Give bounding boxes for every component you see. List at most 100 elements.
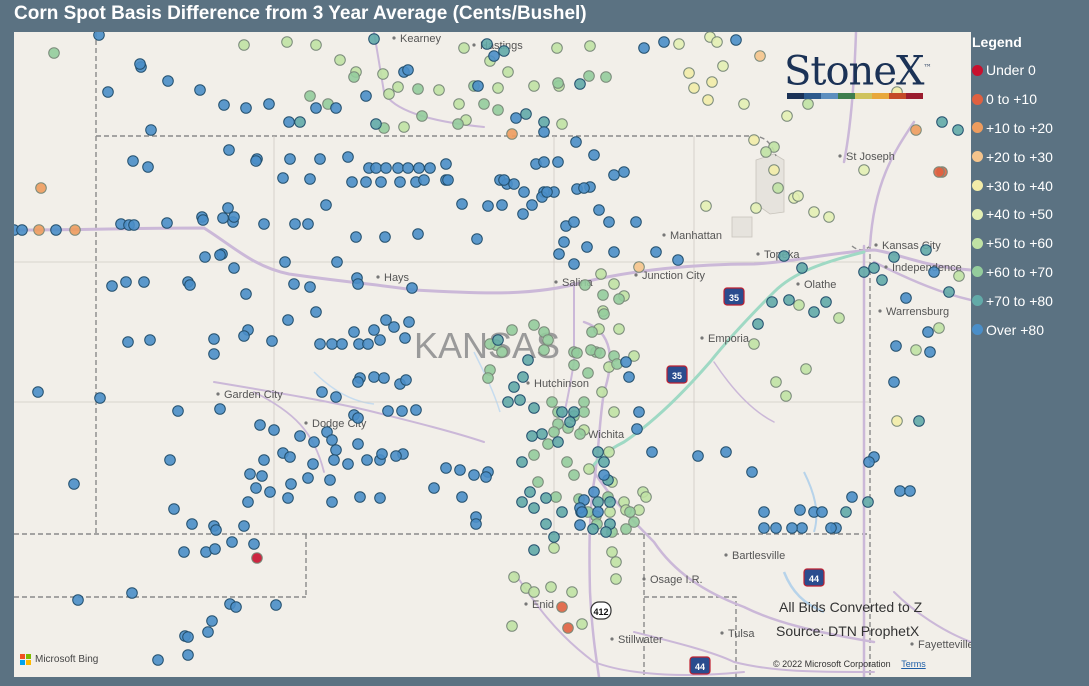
basis-point[interactable] [532, 476, 544, 488]
basis-point[interactable] [568, 359, 580, 371]
basis-point[interactable] [758, 506, 770, 518]
basis-point[interactable] [433, 84, 445, 96]
basis-point[interactable] [472, 80, 484, 92]
basis-point[interactable] [368, 33, 380, 45]
basis-point[interactable] [584, 40, 596, 52]
basis-point[interactable] [184, 279, 196, 291]
basis-point[interactable] [516, 456, 528, 468]
basis-point[interactable] [793, 299, 805, 311]
basis-point[interactable] [400, 374, 412, 386]
basis-point[interactable] [672, 254, 684, 266]
basis-point[interactable] [16, 224, 28, 236]
basis-point[interactable] [623, 371, 635, 383]
basis-point[interactable] [604, 496, 616, 508]
basis-point[interactable] [168, 503, 180, 515]
basis-point[interactable] [406, 282, 418, 294]
basis-point[interactable] [618, 166, 630, 178]
legend-item[interactable]: 0 to +10 [972, 85, 1087, 114]
basis-point[interactable] [283, 116, 295, 128]
basis-point[interactable] [702, 94, 714, 106]
basis-point[interactable] [748, 338, 760, 350]
basis-point[interactable] [442, 174, 454, 186]
basis-point[interactable] [375, 176, 387, 188]
basis-point[interactable] [380, 162, 392, 174]
basis-point[interactable] [33, 224, 45, 236]
basis-point[interactable] [920, 244, 932, 256]
basis-point[interactable] [281, 36, 293, 48]
basis-point[interactable] [370, 162, 382, 174]
basis-point[interactable] [913, 415, 925, 427]
legend-item[interactable]: +40 to +50 [972, 200, 1087, 229]
basis-point[interactable] [35, 182, 47, 194]
basis-point[interactable] [770, 522, 782, 534]
basis-point[interactable] [480, 471, 492, 483]
basis-point[interactable] [392, 81, 404, 93]
basis-point[interactable] [454, 464, 466, 476]
basis-point[interactable] [240, 288, 252, 300]
basis-point[interactable] [396, 405, 408, 417]
basis-point[interactable] [282, 314, 294, 326]
basis-point[interactable] [304, 281, 316, 293]
basis-point[interactable] [399, 332, 411, 344]
basis-point[interactable] [186, 518, 198, 530]
basis-point[interactable] [613, 293, 625, 305]
basis-point[interactable] [48, 47, 60, 59]
basis-point[interactable] [352, 278, 364, 290]
basis-point[interactable] [506, 324, 518, 336]
basis-point[interactable] [556, 506, 568, 518]
basis-point[interactable] [152, 654, 164, 666]
basis-point[interactable] [368, 324, 380, 336]
basis-point[interactable] [289, 218, 301, 230]
basis-point[interactable] [578, 396, 590, 408]
basis-point[interactable] [692, 450, 704, 462]
basis-point[interactable] [566, 586, 578, 598]
basis-point[interactable] [374, 334, 386, 346]
basis-point[interactable] [482, 372, 494, 384]
basis-point[interactable] [778, 250, 790, 262]
basis-point[interactable] [891, 415, 903, 427]
basis-point[interactable] [506, 620, 518, 632]
basis-point[interactable] [496, 199, 508, 211]
basis-point[interactable] [162, 75, 174, 87]
basis-point[interactable] [320, 199, 332, 211]
basis-point[interactable] [633, 261, 645, 273]
basis-point[interactable] [120, 276, 132, 288]
basis-point[interactable] [374, 492, 386, 504]
basis-point[interactable] [324, 474, 336, 486]
basis-point[interactable] [592, 446, 604, 458]
basis-point[interactable] [673, 38, 685, 50]
basis-point[interactable] [578, 182, 590, 194]
basis-point[interactable] [453, 98, 465, 110]
basis-point[interactable] [488, 50, 500, 62]
basis-point[interactable] [858, 164, 870, 176]
basis-point[interactable] [593, 204, 605, 216]
basis-point[interactable] [786, 522, 798, 534]
map-canvas[interactable]: KearneyHastingsSt JosephManhattanTopekaK… [14, 32, 971, 677]
basis-point[interactable] [517, 208, 529, 220]
basis-point[interactable] [610, 573, 622, 585]
basis-point[interactable] [952, 124, 964, 136]
basis-point[interactable] [481, 38, 493, 50]
basis-point[interactable] [285, 478, 297, 490]
basis-point[interactable] [378, 372, 390, 384]
basis-point[interactable] [603, 446, 615, 458]
basis-point[interactable] [284, 451, 296, 463]
basis-point[interactable] [452, 118, 464, 130]
basis-point[interactable] [330, 444, 342, 456]
basis-point[interactable] [413, 162, 425, 174]
basis-point[interactable] [538, 116, 550, 128]
basis-point[interactable] [608, 169, 620, 181]
basis-point[interactable] [582, 367, 594, 379]
basis-point[interactable] [571, 347, 583, 359]
basis-point[interactable] [242, 496, 254, 508]
basis-point[interactable] [772, 182, 784, 194]
basis-point[interactable] [508, 381, 520, 393]
basis-point[interactable] [128, 219, 140, 231]
basis-point[interactable] [346, 176, 358, 188]
basis-point[interactable] [254, 419, 266, 431]
basis-point[interactable] [310, 306, 322, 318]
basis-point[interactable] [545, 581, 557, 593]
basis-point[interactable] [330, 391, 342, 403]
basis-point[interactable] [307, 458, 319, 470]
basis-point[interactable] [538, 344, 550, 356]
